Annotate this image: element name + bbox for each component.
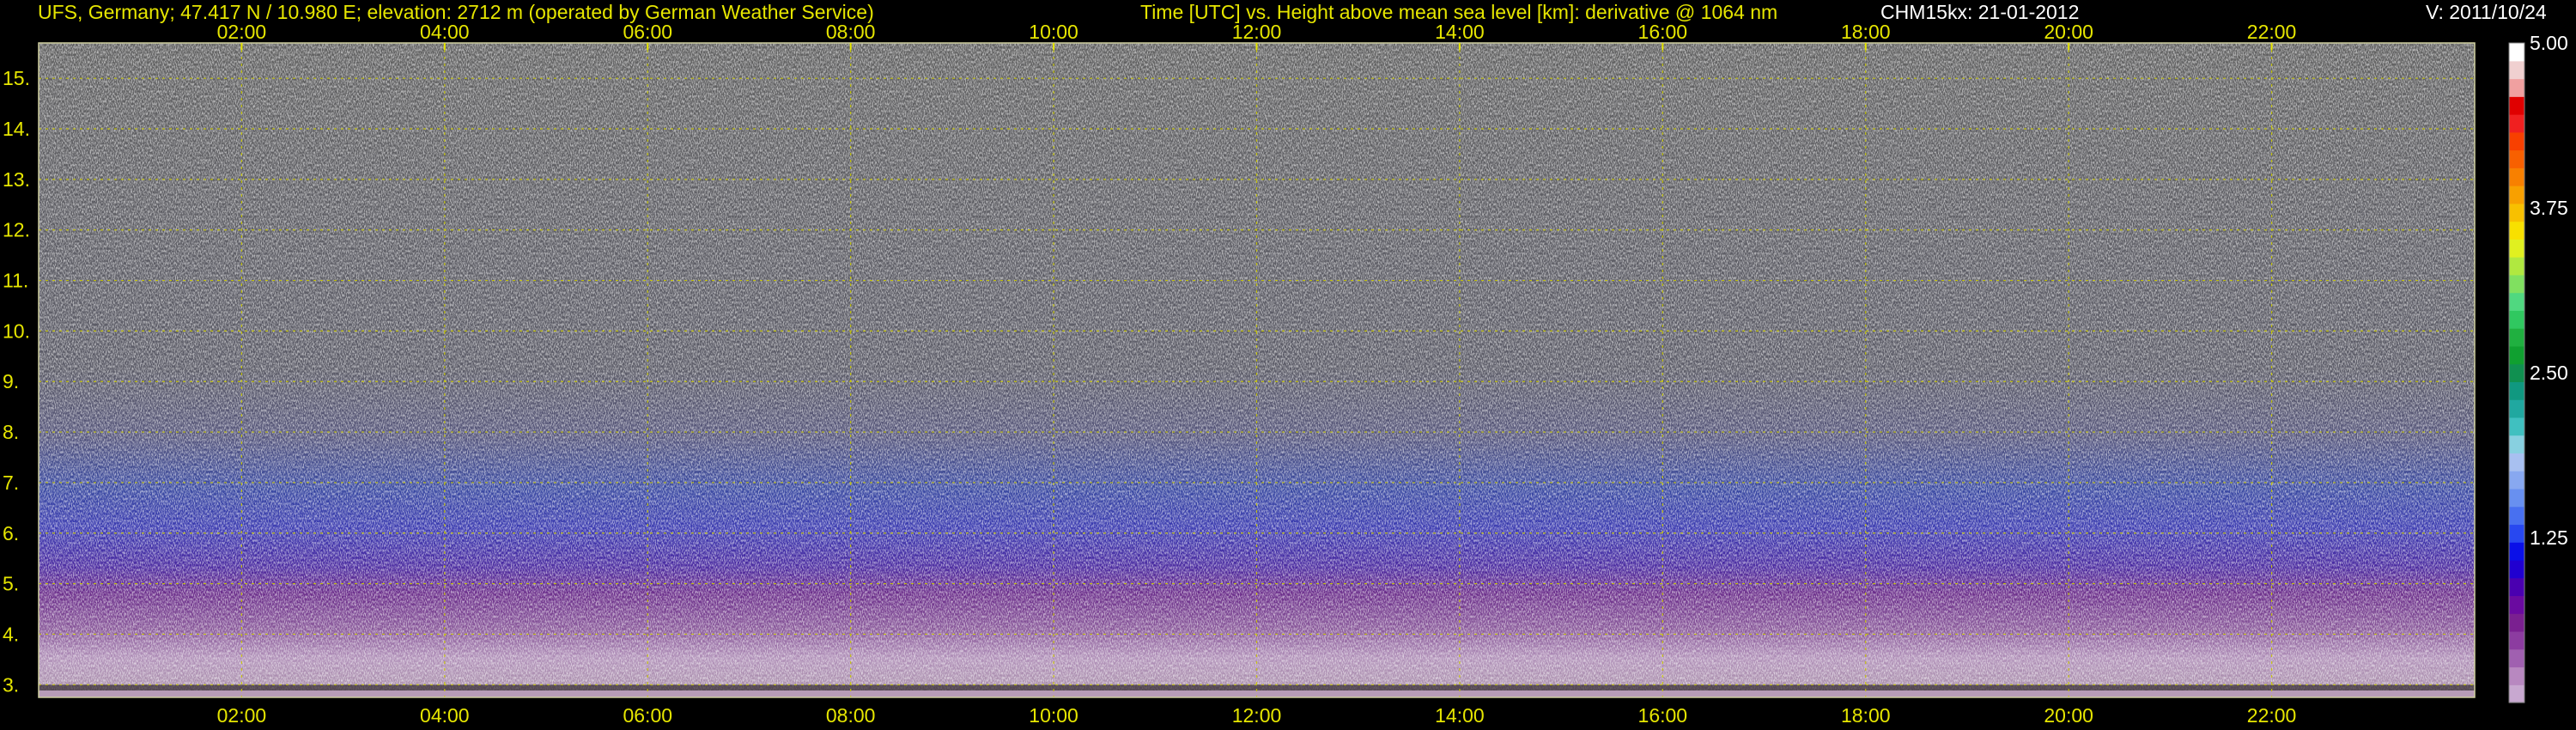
colorbar-segment — [2509, 345, 2524, 365]
colorbar-segment — [2509, 167, 2524, 186]
colorbar-segment — [2509, 149, 2524, 168]
colorbar-segment — [2509, 239, 2524, 258]
colorbar-segment — [2509, 381, 2524, 400]
colorbar-segment — [2509, 292, 2524, 311]
colorbar-tick-label: 5.00 — [2530, 32, 2568, 54]
colorbar-segment — [2509, 666, 2524, 685]
colorbar-tick-label: 3.75 — [2530, 197, 2568, 219]
colorbar-segment — [2509, 363, 2524, 382]
colorbar-tick-label: 1.25 — [2530, 526, 2568, 549]
colorbar-segment — [2509, 648, 2524, 668]
colorbar-segment — [2509, 417, 2524, 436]
colorbar-segment — [2509, 114, 2524, 133]
colorbar-segment — [2509, 96, 2524, 115]
colorbar-segment — [2509, 488, 2524, 508]
colorbar-segment — [2509, 595, 2524, 614]
colorbar-segment — [2509, 43, 2524, 62]
colorbar-segment — [2509, 328, 2524, 347]
colorbar-segment — [2509, 399, 2524, 418]
colorbar-segment — [2509, 78, 2524, 97]
colorbar-segment — [2509, 577, 2524, 597]
colorbar-segment — [2509, 453, 2524, 471]
colorbar-segment — [2509, 60, 2524, 80]
colorbar-segment — [2509, 524, 2524, 543]
colorbar-segment — [2509, 471, 2524, 490]
colorbar-tick-label: 2.50 — [2530, 362, 2568, 384]
colorbar-segment — [2509, 257, 2524, 276]
colorbar-segment — [2509, 542, 2524, 561]
colorbar-segment — [2509, 221, 2524, 240]
colorbar-segment — [2509, 559, 2524, 579]
colorbar-segment — [2509, 131, 2524, 151]
colorbar-segment — [2509, 630, 2524, 650]
colorbar-segment — [2509, 435, 2524, 454]
colorbar: 1.25 2.50 3.75 5.00 — [2508, 32, 2568, 703]
colorbar-segment — [2509, 310, 2524, 329]
colorbar-segment — [2509, 613, 2524, 632]
colorbar-segment — [2509, 684, 2524, 703]
colorbar-segment — [2509, 506, 2524, 526]
colorbar-segment — [2509, 186, 2524, 204]
colorbar-segment — [2509, 274, 2524, 294]
colorbar-segment — [2509, 203, 2524, 222]
